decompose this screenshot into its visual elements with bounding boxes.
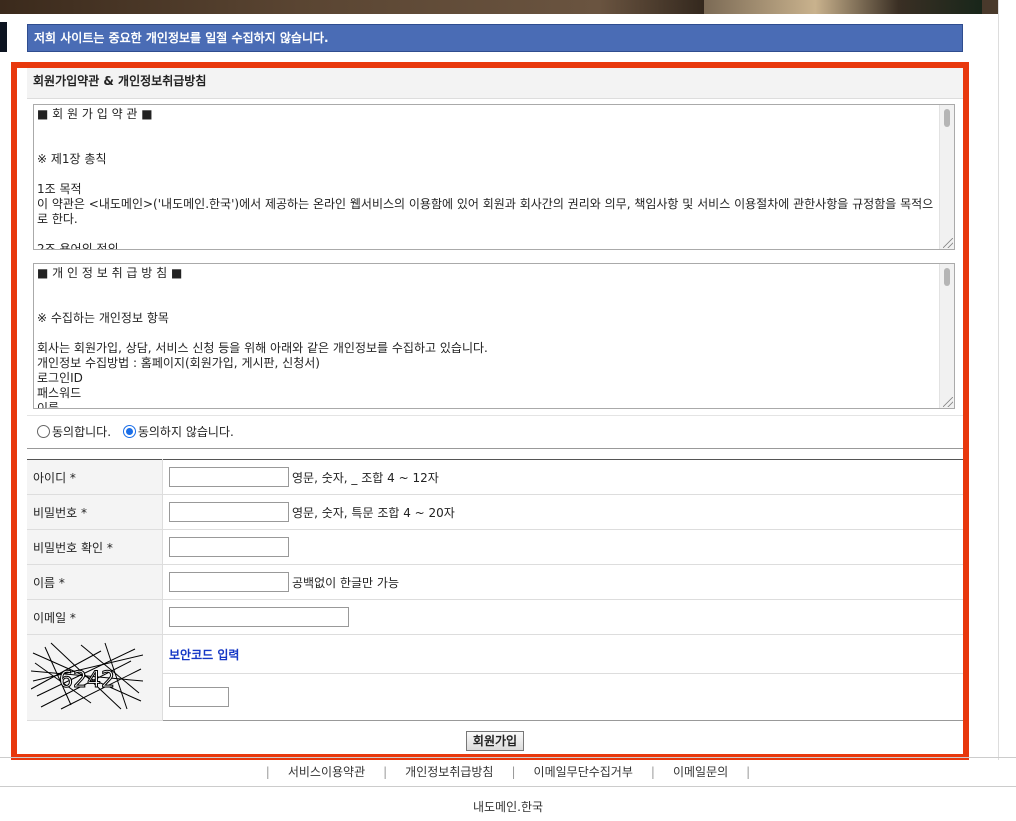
id-input[interactable] bbox=[169, 467, 289, 487]
footer-link-terms[interactable]: 서비스이용약관 bbox=[288, 765, 365, 779]
footer-link-privacy[interactable]: 개인정보취급방침 bbox=[405, 765, 493, 779]
table-row bbox=[27, 673, 963, 721]
password-label: 비밀번호 * bbox=[27, 494, 163, 530]
agreement-options: 동의합니다. 동의하지 않습니다. bbox=[27, 415, 963, 449]
terms-textarea[interactable]: ■ 회 원 가 입 약 관 ■ ※ 제1장 총칙 1조 목적 이 약관은 <내도… bbox=[33, 104, 955, 250]
terms-text: ■ 회 원 가 입 약 관 ■ ※ 제1장 총칙 1조 목적 이 약관은 <내도… bbox=[37, 107, 934, 250]
divider: | bbox=[265, 765, 270, 779]
section-title: 회원가입약관 & 개인정보취급방침 bbox=[27, 68, 963, 99]
signup-button[interactable]: 회원가입 bbox=[465, 731, 525, 751]
top-banner-image bbox=[0, 0, 998, 14]
divider: | bbox=[746, 765, 751, 779]
table-row: 아이디 * 영문, 숫자, _ 조합 4 ~ 12자 bbox=[27, 459, 963, 495]
captcha-image: 6242 bbox=[30, 642, 144, 710]
scroll-thumb[interactable] bbox=[944, 268, 950, 286]
signup-form-container: 회원가입약관 & 개인정보취급방침 ■ 회 원 가 입 약 관 ■ ※ 제1장 … bbox=[27, 68, 963, 763]
password-hint: 영문, 숫자, 특문 조합 4 ~ 20자 bbox=[292, 505, 455, 520]
captcha-prompt: 보안코드 입력 bbox=[169, 647, 240, 662]
password-confirm-label: 비밀번호 확인 * bbox=[27, 529, 163, 565]
name-label: 이름 * bbox=[27, 564, 163, 600]
footer-link-email-refuse[interactable]: 이메일무단수집거부 bbox=[534, 765, 633, 779]
privacy-textarea[interactable]: ■ 개 인 정 보 취 급 방 침 ■ ※ 수집하는 개인정보 항목 회사는 회… bbox=[33, 263, 955, 409]
captcha-code: 6242 bbox=[59, 668, 115, 693]
captcha-cell: 6242 bbox=[27, 634, 163, 721]
table-row: 이름 * 공백없이 한글만 가능 bbox=[27, 564, 963, 600]
footer-link-email-contact[interactable]: 이메일문의 bbox=[673, 765, 728, 779]
privacy-text: ■ 개 인 정 보 취 급 방 침 ■ ※ 수집하는 개인정보 항목 회사는 회… bbox=[37, 266, 488, 409]
left-edge-decoration bbox=[0, 22, 7, 52]
disagree-label[interactable]: 동의하지 않습니다. bbox=[138, 425, 234, 439]
signup-form-table: 아이디 * 영문, 숫자, _ 조합 4 ~ 12자 비밀번호 * 영문, 숫자… bbox=[27, 459, 963, 721]
divider: | bbox=[650, 765, 655, 779]
password-confirm-input[interactable] bbox=[169, 537, 289, 557]
agree-radio[interactable] bbox=[37, 425, 50, 438]
divider: | bbox=[383, 765, 388, 779]
highlight-frame: 회원가입약관 & 개인정보취급방침 ■ 회 원 가 입 약 관 ■ ※ 제1장 … bbox=[11, 62, 969, 760]
resize-grip-icon[interactable] bbox=[943, 238, 953, 248]
password-input[interactable] bbox=[169, 502, 289, 522]
agree-label[interactable]: 동의합니다. bbox=[52, 425, 111, 439]
divider: | bbox=[511, 765, 516, 779]
banner-photo bbox=[704, 0, 982, 14]
email-label: 이메일 * bbox=[27, 599, 163, 635]
name-hint: 공백없이 한글만 가능 bbox=[292, 575, 399, 590]
privacy-scrollbar[interactable] bbox=[939, 264, 954, 408]
table-row: 비밀번호 확인 * bbox=[27, 529, 963, 565]
captcha-input[interactable] bbox=[169, 687, 229, 707]
privacy-notice-bar: 저희 사이트는 중요한 개인정보를 일절 수집하지 않습니다. bbox=[27, 24, 963, 52]
id-label: 아이디 * bbox=[27, 459, 163, 495]
table-row: 비밀번호 * 영문, 숫자, 특문 조합 4 ~ 20자 bbox=[27, 494, 963, 530]
name-input[interactable] bbox=[169, 572, 289, 592]
email-input[interactable] bbox=[169, 607, 349, 627]
resize-grip-icon[interactable] bbox=[943, 397, 953, 407]
id-hint: 영문, 숫자, _ 조합 4 ~ 12자 bbox=[292, 470, 439, 485]
right-border-line bbox=[998, 0, 999, 760]
terms-scrollbar[interactable] bbox=[939, 105, 954, 249]
scroll-thumb[interactable] bbox=[944, 109, 950, 127]
footer-nav: | 서비스이용약관 | 개인정보취급방침 | 이메일무단수집거부 | 이메일문의 | bbox=[0, 757, 1016, 787]
copyright: 내도메인.한국 bbox=[472, 800, 544, 814]
table-row: 6242 보안코드 입력 bbox=[27, 634, 963, 721]
table-row: 이메일 * bbox=[27, 599, 963, 635]
disagree-radio[interactable] bbox=[122, 425, 136, 438]
